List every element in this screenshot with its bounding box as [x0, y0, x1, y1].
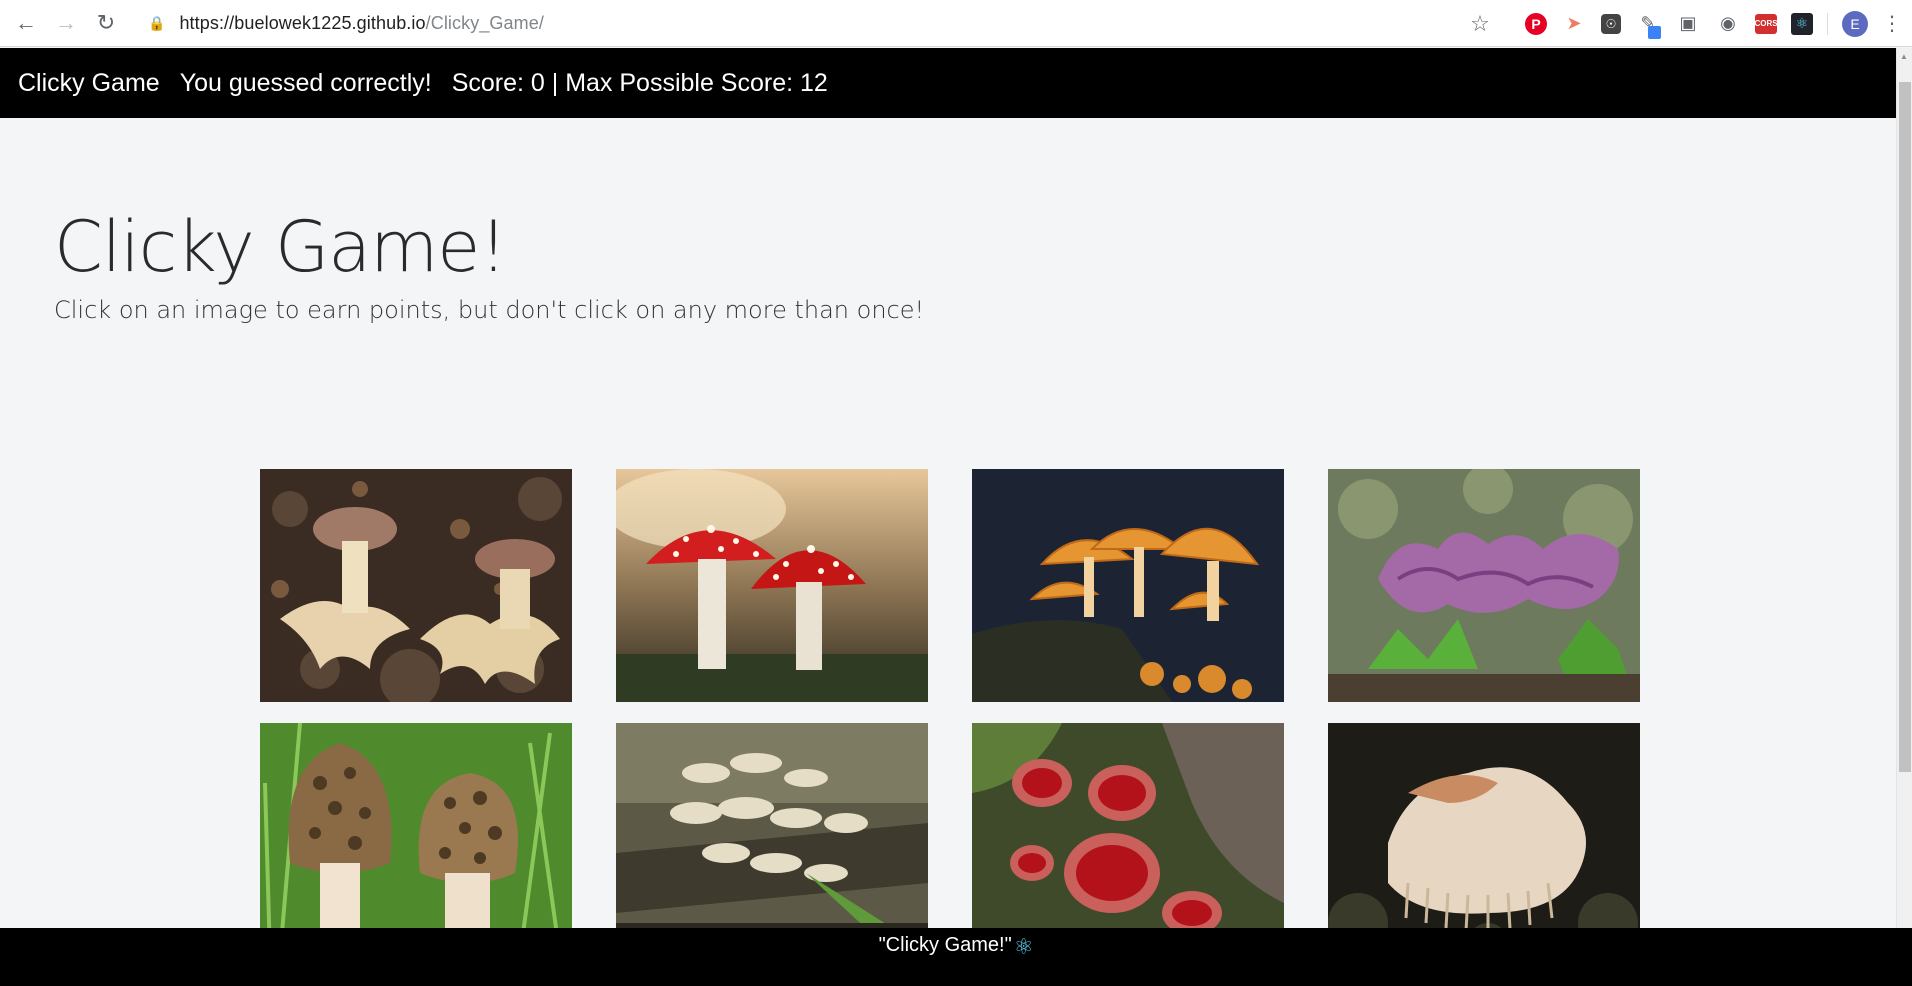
toolbar-divider [1827, 12, 1828, 35]
card-white-cluster-mushrooms[interactable] [616, 723, 928, 956]
lock-icon: 🔒 [148, 14, 166, 31]
card-earthstar-mushrooms[interactable] [260, 469, 572, 702]
react-icon: ⚛ [1013, 934, 1034, 959]
reload-icon[interactable]: ↻ [86, 3, 126, 43]
star-icon[interactable]: ☆ [1467, 11, 1493, 37]
lions-mane-mushroom-image [1328, 723, 1640, 956]
navbar-brand[interactable]: Clicky Game [18, 69, 160, 98]
score-display: Score: 0 | Max Possible Score: 12 [451, 68, 828, 97]
pinterest-icon[interactable]: P [1525, 12, 1547, 35]
cors-label: CORS [1754, 19, 1778, 28]
url-host: https://buelowek1225.github.io [179, 12, 426, 33]
white-cluster-mushrooms-image [616, 723, 928, 956]
card-orange-pored-mushrooms[interactable] [972, 469, 1284, 702]
color-picker-icon[interactable]: ✎ [1635, 11, 1661, 39]
jumbotron: Clicky Game! Click on an image to earn p… [0, 118, 1896, 448]
url-path: /Clicky_Game/ [425, 12, 544, 33]
lightbulb-extension-icon[interactable]: ☉ [1601, 13, 1621, 34]
app-navbar: Clicky Game You guessed correctly! Score… [0, 48, 1896, 118]
code-extension-icon[interactable]: ◉ [1715, 11, 1741, 37]
back-icon[interactable]: ← [6, 3, 46, 43]
footer-text: "Clicky Game!" [878, 934, 1012, 956]
screenshot-icon[interactable]: ▣ [1675, 11, 1701, 37]
card-purple-chanterelle-mushrooms[interactable] [1328, 469, 1640, 702]
page-title: Clicky Game! [54, 206, 507, 288]
address-bar[interactable]: https://buelowek1225.github.io/Clicky_Ga… [179, 13, 544, 34]
card-morel-mushrooms[interactable] [260, 723, 572, 956]
purple-chanterelle-mushrooms-image [1328, 469, 1640, 702]
avatar[interactable]: E [1842, 10, 1868, 37]
earthstar-mushrooms-image [260, 469, 572, 702]
page-subtitle: Click on an image to earn points, but do… [54, 296, 925, 324]
fly-agaric-mushrooms-image [616, 469, 928, 702]
cors-extension-icon[interactable]: CORS [1754, 13, 1778, 34]
orange-pored-mushrooms-image [972, 469, 1284, 702]
guess-message: You guessed correctly! [179, 68, 432, 97]
avatar-letter: E [1850, 15, 1860, 32]
react-devtools-icon[interactable]: ⚛ [1791, 12, 1813, 35]
card-fly-agaric-mushrooms[interactable] [616, 469, 928, 702]
page-scrollbar[interactable]: ▲ [1896, 48, 1912, 986]
more-menu-icon[interactable]: ⋮ [1882, 11, 1902, 36]
forward-icon[interactable]: → [46, 3, 86, 43]
scarlet-cup-mushrooms-image [972, 723, 1284, 956]
footer: "Clicky Game!" ⚛ [0, 928, 1912, 986]
card-lions-mane-mushroom[interactable] [1328, 723, 1640, 956]
scrollbar-thumb[interactable] [1899, 82, 1911, 772]
card-scarlet-cup-mushrooms[interactable] [972, 723, 1284, 956]
arrow-extension-icon[interactable]: ➤ [1561, 11, 1587, 37]
morel-mushrooms-image [260, 723, 572, 956]
scroll-up-icon[interactable]: ▲ [1900, 52, 1908, 61]
browser-toolbar: ← → ↻ 🔒 https://buelowek1225.github.io/C… [0, 0, 1912, 47]
